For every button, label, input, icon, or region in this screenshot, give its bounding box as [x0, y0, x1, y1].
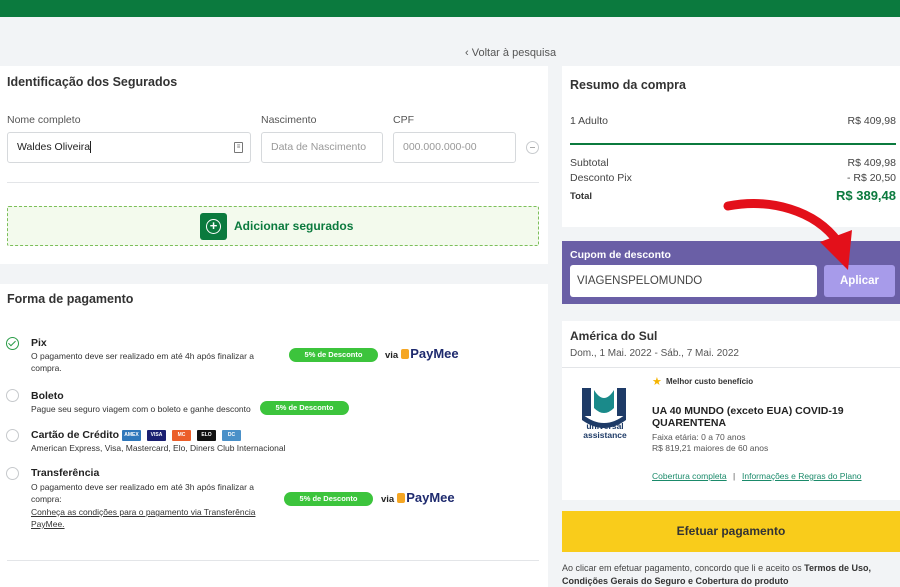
summary-green-divider: [570, 143, 896, 145]
transfer-radio[interactable]: [6, 467, 19, 480]
contact-card-icon: ≡: [234, 142, 243, 153]
plan-title-line1: UA 40 MUNDO (exceto EUA) COVID-19: [652, 405, 844, 417]
red-arrow-annotation: [723, 199, 852, 270]
boleto-radio[interactable]: [6, 389, 19, 402]
discount-label: Desconto Pix: [570, 172, 632, 184]
best-value-label: Melhor custo benefício: [666, 377, 754, 386]
trip-dates: Dom., 1 Mai. 2022 - Sáb., 7 Mai. 2022: [570, 348, 739, 359]
elo-card-icon: ELO: [197, 430, 216, 441]
insured-divider: [7, 182, 539, 183]
pix-discount-badge: 5% de Desconto: [289, 348, 378, 362]
senior-price: R$ 819,21 maiores de 60 anos: [652, 443, 769, 453]
transfer-discount-badge: 5% de Desconto: [284, 492, 373, 506]
padlock-icon: [401, 349, 410, 359]
subtotal-value: R$ 409,98: [847, 157, 896, 169]
pix-paymee-brand: PayMee: [410, 346, 459, 361]
plan-title-line2: QUARENTENA: [652, 417, 727, 429]
credit-card-desc: American Express, Visa, Mastercard, Elo,…: [31, 443, 286, 453]
back-to-search-link[interactable]: ‹ Voltar à pesquisa: [465, 47, 556, 59]
summary-title: Resumo da compra: [570, 78, 687, 92]
plan-rules-link[interactable]: Informações e Regras do Plano: [742, 471, 862, 481]
terms-prefix: Ao clicar em efetuar pagamento, concordo…: [562, 563, 805, 573]
credit-card-radio[interactable]: [6, 429, 19, 442]
cpf-input[interactable]: 000.000.000-00: [393, 132, 516, 163]
transfer-title: Transferência: [31, 467, 100, 479]
transfer-via: via: [381, 494, 395, 505]
cpf-label: CPF: [393, 114, 414, 126]
age-range: Faixa etária: 0 a 70 anos: [652, 432, 746, 442]
birth-label: Nascimento: [261, 114, 317, 126]
pix-desc-2: compra.: [31, 363, 62, 373]
payment-bottom-divider: [7, 560, 539, 561]
transfer-conditions-link-2[interactable]: PayMee.: [31, 518, 65, 530]
plan-title: UA 40 MUNDO (exceto EUA) COVID-19 QUARENT…: [652, 405, 844, 429]
general-conditions-link[interactable]: Condições Gerais do Seguro e Cobertura d…: [562, 576, 789, 586]
terms-text: Ao clicar em efetuar pagamento, concordo…: [562, 562, 900, 587]
discount-value: - R$ 20,50: [846, 172, 896, 184]
adults-value: R$ 409,98: [847, 115, 896, 127]
links-separator: |: [733, 471, 736, 481]
pix-title: Pix: [31, 337, 47, 349]
total-label: Total: [570, 191, 592, 202]
pix-radio[interactable]: [6, 337, 19, 350]
visa-card-icon: VISA: [147, 430, 166, 441]
add-circle-icon: +: [200, 213, 227, 240]
insured-title: Identificação dos Segurados: [7, 75, 178, 89]
birth-date-input[interactable]: Data de Nascimento: [261, 132, 383, 163]
name-value: Waldes Oliveira: [17, 141, 91, 153]
mastercard-icon: MC: [172, 430, 191, 441]
diners-card-icon: DC: [222, 430, 241, 441]
transfer-desc-1: O pagamento deve ser realizado em até 3h…: [31, 482, 255, 492]
star-icon: ★: [652, 376, 662, 388]
name-label: Nome completo: [7, 114, 81, 126]
coupon-label: Cupom de desconto: [570, 249, 671, 261]
universal-assistance-logo-text: universal assistance: [580, 422, 630, 440]
confirm-payment-button[interactable]: Efetuar pagamento: [562, 511, 900, 552]
pix-paymee-logo: via PayMee: [385, 346, 459, 361]
add-insured-button[interactable]: + Adicionar segurados: [7, 206, 539, 246]
subtotal-label: Subtotal: [570, 157, 609, 169]
payment-title: Forma de pagamento: [7, 292, 134, 306]
boleto-discount-badge: 5% de Desconto: [260, 401, 349, 415]
pix-desc-1: O pagamento deve ser realizado em até 4h…: [31, 351, 255, 361]
boleto-desc: Pague seu seguro viagem com o boleto e g…: [31, 404, 251, 414]
amex-card-icon: AMEX: [122, 430, 141, 441]
boleto-title: Boleto: [31, 390, 64, 402]
credit-card-title: Cartão de Crédito: [31, 429, 120, 441]
terms-of-use-link[interactable]: Termos de Uso,: [804, 563, 871, 573]
remove-insured-icon[interactable]: [526, 141, 539, 154]
top-bar: [0, 0, 900, 17]
full-coverage-link[interactable]: Cobertura completa: [652, 471, 727, 481]
adults-label: 1 Adulto: [570, 115, 608, 127]
padlock-icon: [397, 493, 406, 503]
logo-text-line2: assistance: [583, 430, 627, 440]
transfer-conditions-link-1[interactable]: Conheça as condições para o pagamento vi…: [31, 506, 255, 518]
pix-via: via: [385, 350, 399, 361]
add-insured-label: Adicionar segurados: [234, 219, 354, 233]
name-input[interactable]: Waldes Oliveira ≡: [7, 132, 251, 163]
plan-card-divider: [562, 367, 900, 368]
destination-title: América do Sul: [570, 329, 658, 343]
transfer-paymee-brand: PayMee: [406, 490, 455, 505]
transfer-paymee-logo: via PayMee: [381, 490, 455, 505]
transfer-desc-2: compra:: [31, 494, 62, 504]
